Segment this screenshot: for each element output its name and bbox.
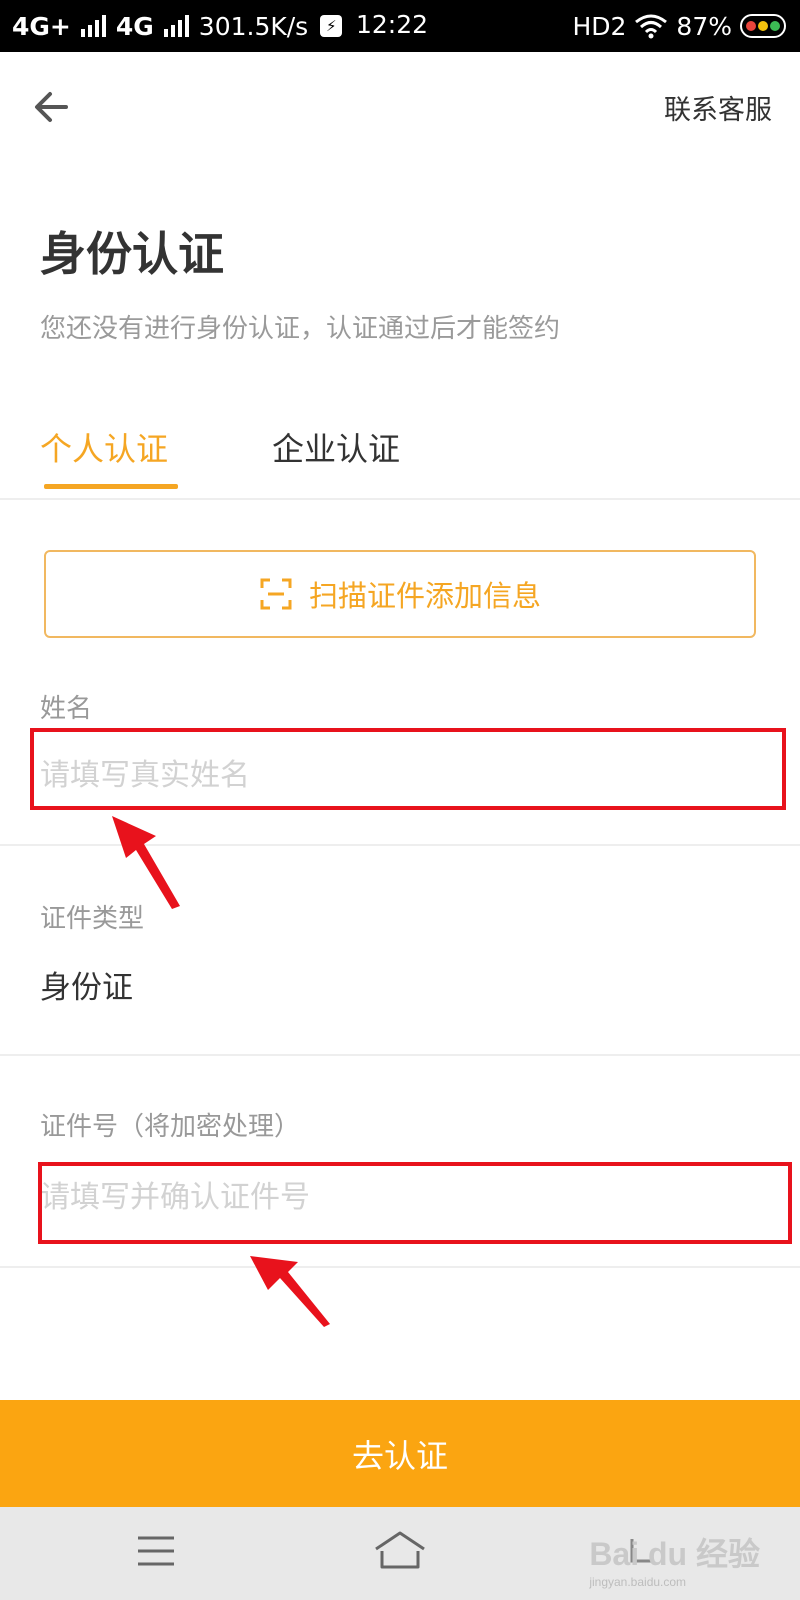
network-speed: 301.5K/s bbox=[198, 11, 309, 41]
id-type-select[interactable]: 身份证 bbox=[40, 962, 133, 1007]
wifi-icon bbox=[635, 14, 668, 39]
hd-indicator: HD2 bbox=[572, 11, 627, 41]
id-number-divider bbox=[0, 1266, 800, 1268]
scan-document-button[interactable]: 扫描证件添加信息 bbox=[44, 550, 756, 638]
annotation-box-id-number bbox=[38, 1162, 792, 1244]
watermark-brand: Bai du 经验 bbox=[589, 1536, 760, 1572]
bolt-icon: ⚡ bbox=[320, 15, 343, 37]
page-title: 身份认证 bbox=[40, 227, 224, 281]
network-type-2: 4G bbox=[115, 11, 154, 41]
signal-icon bbox=[80, 15, 106, 37]
submit-verify-button[interactable]: 去认证 bbox=[0, 1400, 800, 1507]
page-subtitle: 您还没有进行身份认证，认证通过后才能签约 bbox=[40, 314, 561, 344]
battery-icon bbox=[740, 14, 786, 38]
battery-percent: 87% bbox=[676, 11, 732, 41]
system-nav-bar: Bai du 经验 jingyan.baidu.com bbox=[0, 1507, 800, 1600]
menu-icon[interactable] bbox=[136, 1533, 176, 1569]
network-type-1: 4G+ bbox=[12, 11, 71, 41]
active-tab-indicator bbox=[44, 484, 178, 489]
home-icon[interactable] bbox=[372, 1529, 428, 1573]
scan-frame-icon bbox=[260, 578, 292, 610]
watermark-url: jingyan.baidu.com bbox=[589, 1575, 687, 1589]
annotation-arrow-icon-2 bbox=[250, 1256, 330, 1327]
id-type-divider bbox=[0, 1054, 800, 1056]
signal-icon-2 bbox=[163, 15, 189, 37]
annotation-box-name bbox=[30, 728, 786, 810]
clock: 12:22 bbox=[356, 10, 429, 39]
arrow-left-icon[interactable] bbox=[30, 84, 76, 130]
scan-button-label: 扫描证件添加信息 bbox=[308, 579, 541, 613]
annotation-arrow-icon bbox=[112, 816, 180, 909]
name-label: 姓名 bbox=[40, 694, 93, 724]
tab-enterprise[interactable]: 企业认证 bbox=[272, 424, 400, 470]
status-bar: 4G+ 4G 301.5K/s ⚡ 12:22 HD2 87% bbox=[0, 0, 800, 52]
contact-service-link[interactable]: 联系客服 bbox=[664, 88, 772, 127]
tab-personal[interactable]: 个人认证 bbox=[40, 424, 168, 470]
baidu-watermark: Bai du 经验 jingyan.baidu.com bbox=[589, 1529, 760, 1589]
id-number-label: 证件号（将加密处理） bbox=[40, 1112, 301, 1142]
tabs-divider bbox=[0, 498, 800, 500]
